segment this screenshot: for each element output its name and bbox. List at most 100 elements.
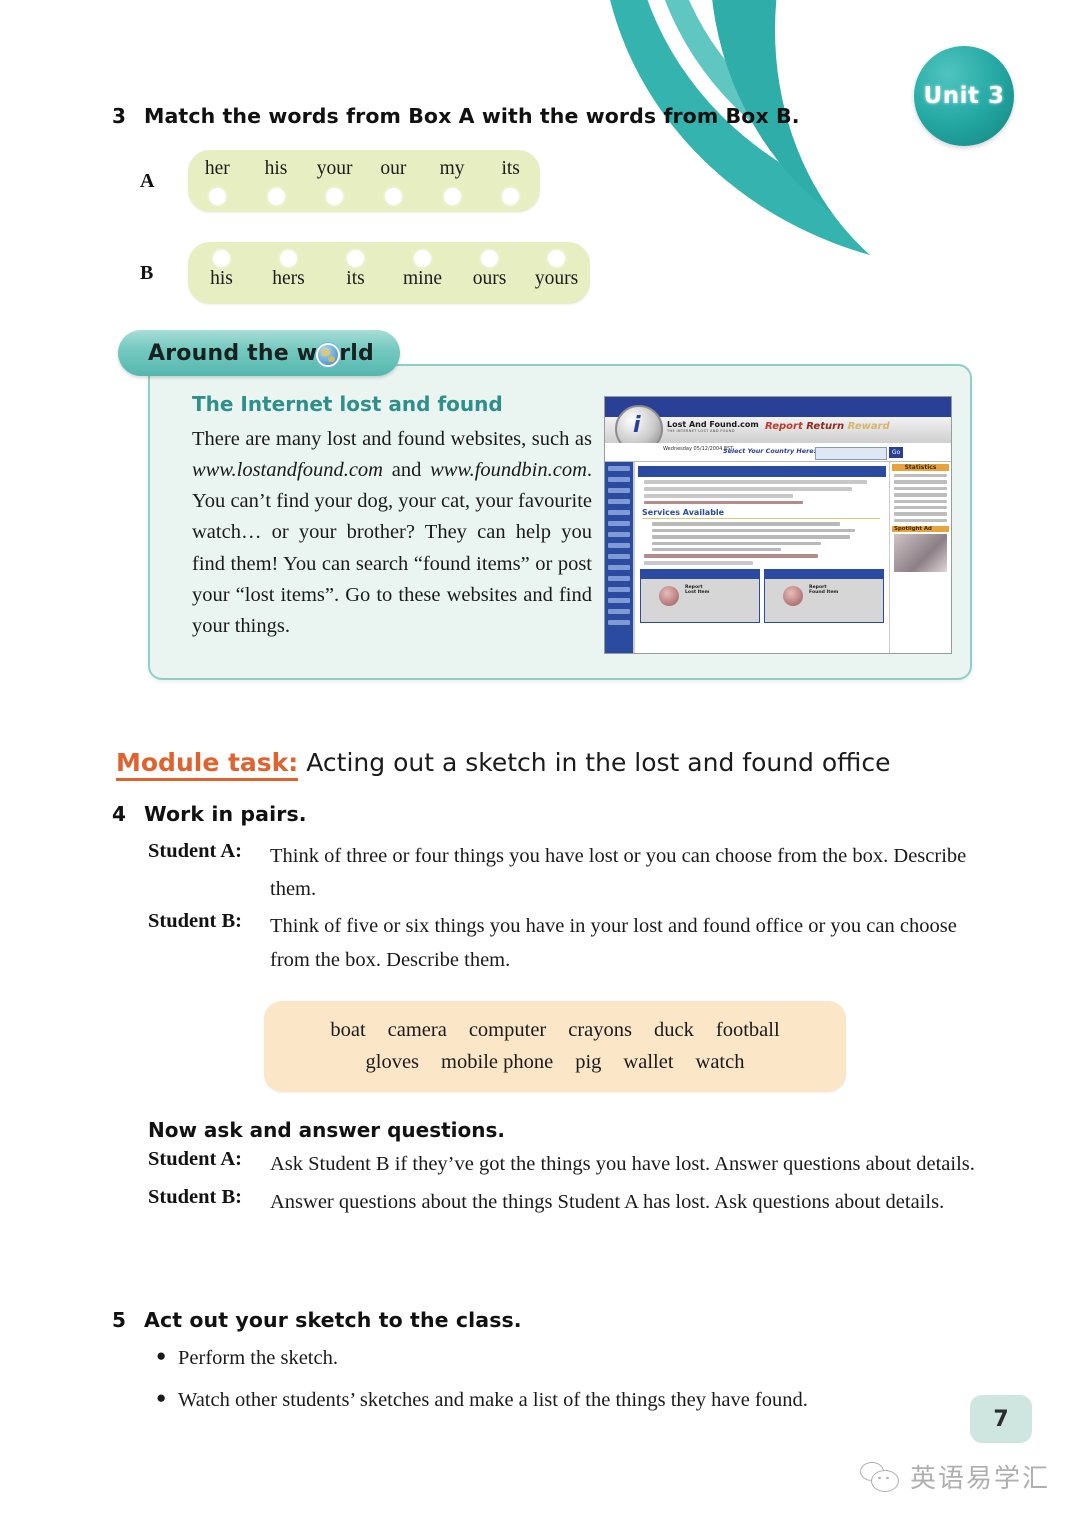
report-found-item-card[interactable]: Report Found Item: [764, 568, 884, 623]
watermark-text: 英语易学汇: [910, 1464, 1051, 1494]
website-screenshot: Lost And Found.com THE INTERNET LOST AND…: [604, 396, 952, 654]
match-dot[interactable]: [481, 250, 498, 267]
body-part-2: and: [382, 459, 431, 482]
website-sidebar-nav[interactable]: [605, 462, 633, 653]
speaker-label: Student B:: [148, 910, 242, 933]
box-a: her his your our my its: [188, 150, 540, 212]
box-b-row: B his hers its mine ours yours: [112, 242, 972, 304]
box-a-row: A her his your our my its: [112, 150, 972, 212]
module-task-heading: Module task: Acting out a sketch in the …: [116, 748, 996, 781]
exercise-4: 4 Work in pairs. Student A: Think of thr…: [112, 802, 992, 1223]
speaker-row: Student A: Ask Student B if they’ve got …: [148, 1148, 992, 1181]
speaker-text: Think of five or six things you have in …: [270, 915, 957, 971]
speaker-label: Student B:: [148, 1185, 242, 1208]
website-brand: Lost And Found.com THE INTERNET LOST AND…: [667, 420, 759, 433]
page-number: 7: [993, 1406, 1009, 1432]
word-pool-box: boat camera computer crayons duck footba…: [264, 1000, 846, 1093]
wechat-icon: [860, 1461, 900, 1492]
match-dot[interactable]: [208, 188, 226, 205]
box-b-word: yours: [534, 268, 579, 289]
word-pool-line: boat camera computer crayons duck footba…: [264, 1015, 846, 1047]
spotlight-ad-heading: Spotlight Ad: [892, 526, 949, 533]
bullet-text: Watch other students’ sketches and make …: [178, 1388, 808, 1411]
globe-icon: [318, 345, 339, 365]
box-b-word: its: [346, 268, 365, 289]
word-pool-item: computer: [468, 1018, 547, 1041]
url-lostandfound: www.lostandfound.com: [192, 459, 383, 482]
watermark: 英语易学汇: [860, 1458, 1050, 1495]
pair-dialogue-block-1: Student A: Think of three or four things…: [148, 840, 992, 977]
match-dot[interactable]: [443, 188, 461, 205]
go-button[interactable]: Go: [889, 446, 903, 458]
around-the-world-heading: The Internet lost and found: [192, 392, 503, 416]
box-b-word: ours: [472, 268, 507, 289]
around-the-world-section: Around the w rld The Internet lost and f…: [118, 330, 974, 680]
unit-badge-label: Unit 3: [923, 83, 1005, 109]
website-right-column: Statistics Spotlight Ad: [889, 462, 951, 653]
box-b-word: mine: [403, 268, 442, 289]
word-pool-item: camera: [387, 1018, 447, 1041]
exercise-4-number: 4: [112, 802, 126, 826]
speaker-row: Student B: Answer questions about the th…: [148, 1186, 992, 1219]
exercise-3-title: Match the words from Box A with the word…: [144, 104, 800, 128]
match-dot[interactable]: [280, 250, 297, 267]
around-the-world-panel: The Internet lost and found There are ma…: [148, 364, 972, 680]
around-the-world-body: There are many lost and found websites, …: [192, 424, 592, 642]
module-task-label: Module task:: [116, 748, 299, 781]
word-pool-item: boat: [330, 1018, 366, 1041]
report-return-reward: Report Return Reward: [765, 421, 890, 432]
country-prompt: Select Your Country Here:: [723, 447, 817, 455]
box-a-word: my: [439, 158, 465, 179]
speaker-text: Think of three or four things you have l…: [270, 845, 967, 901]
speaker-row: Student B: Think of five or six things y…: [148, 910, 992, 976]
speaker-label: Student A:: [148, 1148, 242, 1171]
around-the-world-tab: Around the w rld: [118, 330, 400, 376]
exercise-5-heading: 5 Act out your sketch to the class.: [112, 1308, 992, 1332]
word-pool-item: crayons: [568, 1018, 633, 1041]
unit-badge: Unit 3: [914, 46, 1014, 146]
pair-dialogue-block-2: Student A: Ask Student B if they’ve got …: [148, 1148, 992, 1218]
exercise-5-title: Act out your sketch to the class.: [144, 1308, 522, 1332]
exercise-3-number: 3: [112, 104, 126, 128]
word-pool-item: watch: [695, 1050, 745, 1073]
website-main-content: Services Available Report Lost Item Repo…: [633, 462, 889, 653]
module-task-description: Acting out a sketch in the lost and foun…: [298, 748, 891, 777]
match-dot[interactable]: [548, 250, 565, 267]
match-dot[interactable]: [326, 188, 344, 205]
exercise-4-heading: 4 Work in pairs.: [112, 802, 992, 826]
tab-text-after: rld: [339, 340, 374, 366]
country-select[interactable]: [815, 446, 887, 460]
word-pool-item: wallet: [623, 1050, 674, 1073]
box-b: his hers its mine ours yours: [188, 242, 590, 304]
around-the-world-tab-label: Around the w rld: [148, 341, 374, 366]
match-dot[interactable]: [502, 188, 520, 205]
box-a-word: our: [380, 158, 407, 179]
bullet-icon: ●: [156, 1387, 167, 1407]
box-b-label: B: [140, 261, 154, 284]
match-dot[interactable]: [347, 250, 364, 267]
box-b-word: hers: [272, 268, 305, 289]
avatar: [783, 585, 803, 606]
around-the-world-text-column: The Internet lost and found There are ma…: [192, 392, 592, 658]
exercise-4-title: Work in pairs.: [144, 802, 307, 826]
website-country-bar: Wednesday 05/12/2004 EST Select Your Cou…: [605, 443, 951, 462]
match-dot[interactable]: [384, 188, 402, 205]
exercise-3-heading: 3 Match the words from Box A with the wo…: [112, 104, 972, 128]
box-a-word: his: [264, 158, 288, 179]
match-dot[interactable]: [414, 250, 431, 267]
word-pool-item: gloves: [365, 1050, 420, 1073]
statistics-heading: Statistics: [892, 464, 949, 471]
body-part-1: There are many lost and found websites, …: [192, 428, 592, 450]
box-b-word: his: [210, 268, 233, 289]
url-foundbin: www.foundbin.com: [430, 459, 587, 482]
page-number-badge: 7: [970, 1395, 1032, 1443]
exercise-5: 5 Act out your sketch to the class. ● Pe…: [112, 1308, 992, 1415]
bullet-icon: ●: [156, 1346, 167, 1365]
report-lost-item-card[interactable]: Report Lost Item: [640, 568, 760, 623]
match-dot[interactable]: [267, 188, 285, 205]
now-ask-heading: Now ask and answer questions.: [148, 1118, 506, 1143]
spotlight-ad-image: [894, 534, 947, 573]
avatar: [659, 585, 679, 606]
speaker-label: Student A:: [148, 840, 242, 862]
match-dot[interactable]: [213, 250, 230, 267]
